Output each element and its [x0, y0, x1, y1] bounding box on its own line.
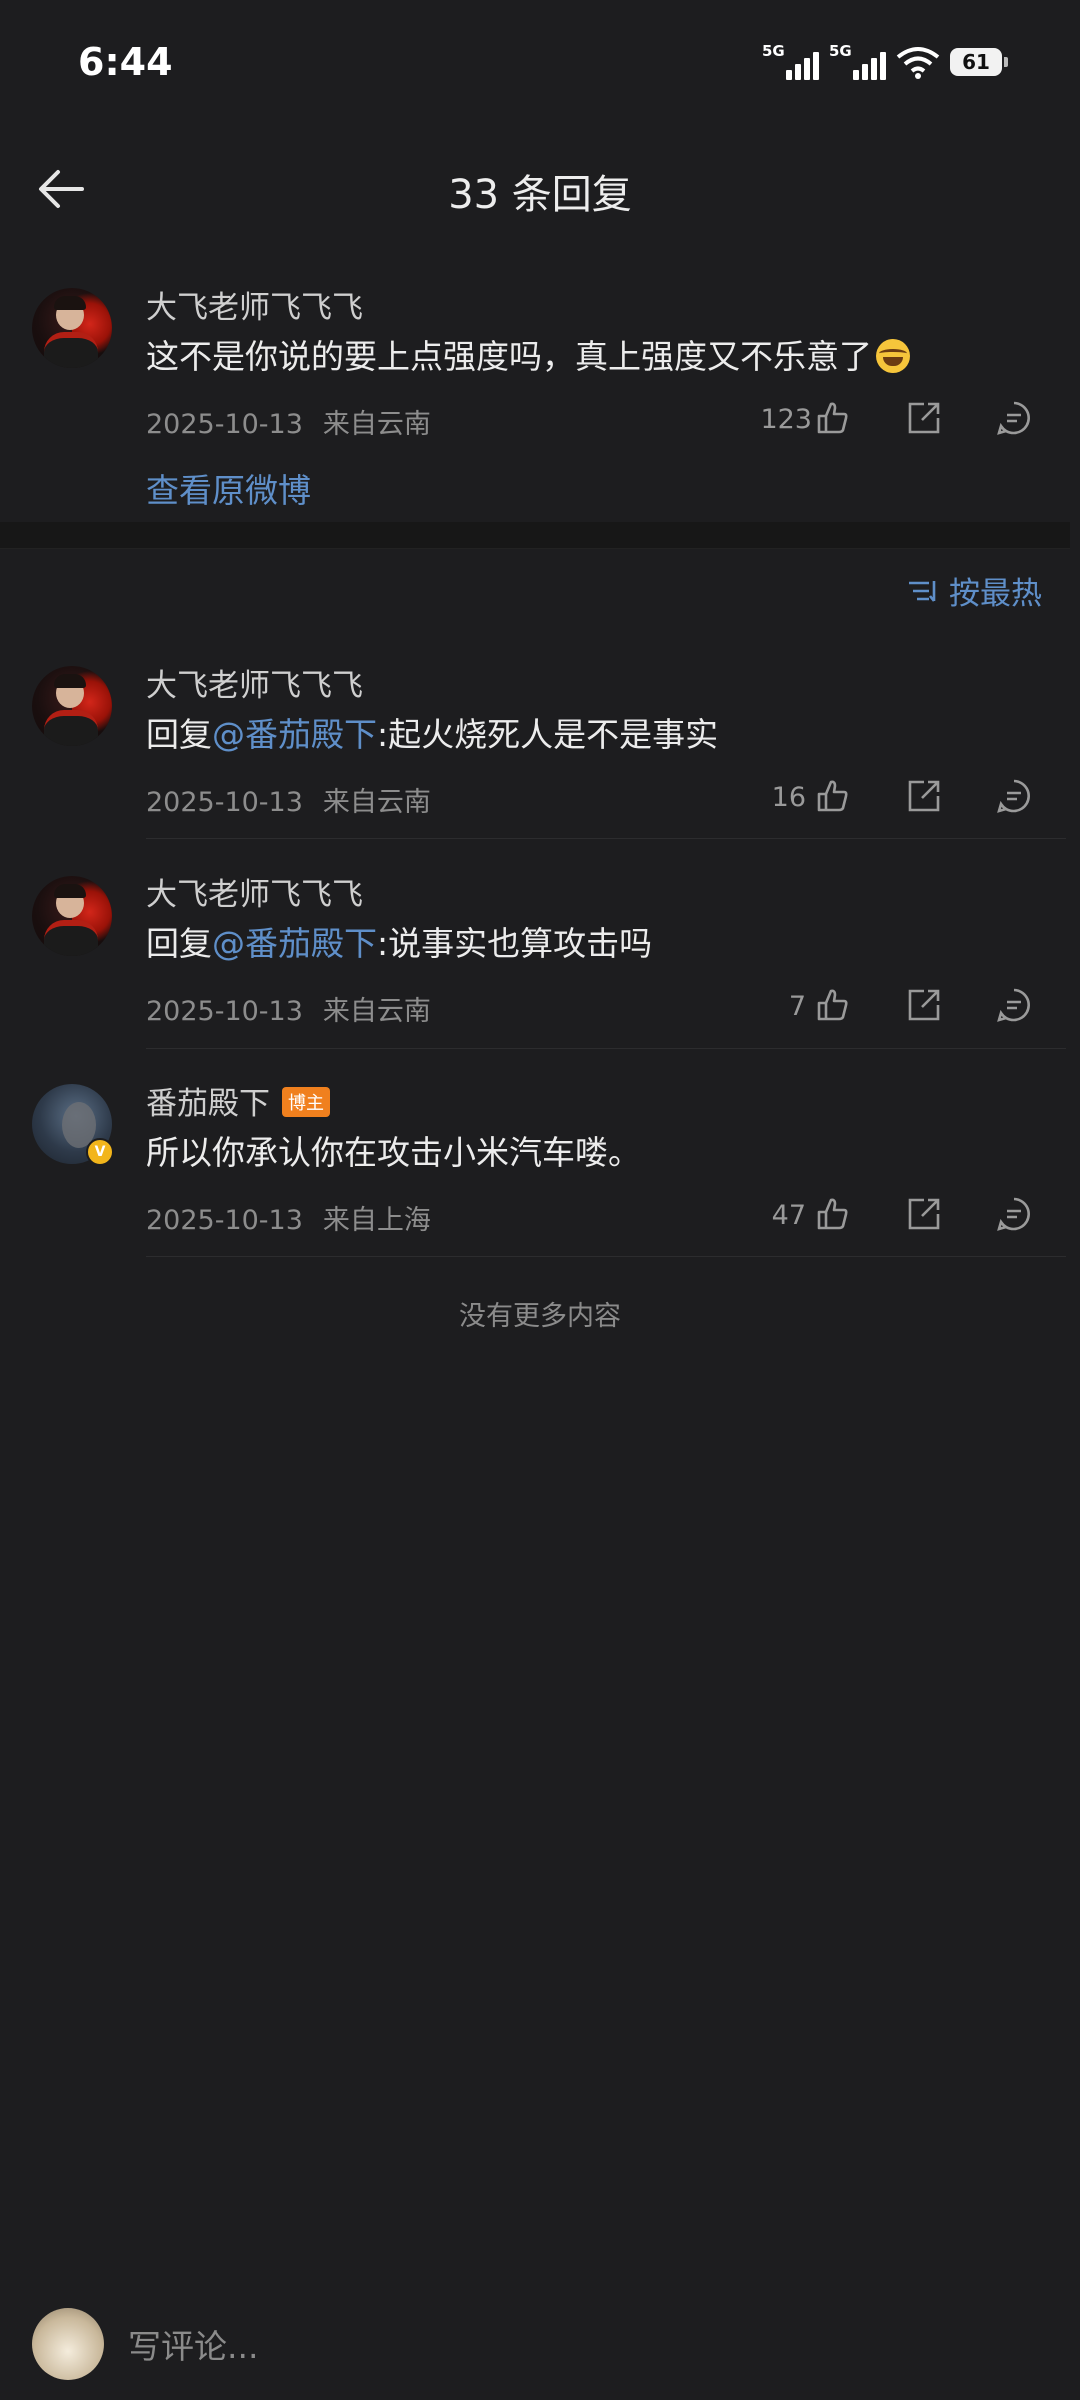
sort-icon — [909, 580, 936, 602]
reply-body: :说事实也算攻击吗 — [377, 924, 653, 963]
like-count: 7 — [788, 991, 806, 1022]
reply-author[interactable]: 番茄殿下 博主 — [146, 1078, 330, 1123]
comment-icon[interactable] — [996, 778, 1032, 814]
page-title: 33 条回复 — [448, 172, 632, 218]
comment-icon[interactable] — [996, 987, 1032, 1023]
sort-label: 按最热 — [949, 576, 1042, 612]
view-original-weibo-link[interactable]: 查看原微博 — [146, 464, 311, 512]
divider — [146, 1256, 1066, 1257]
reply-text: 回复@番茄殿下:起火烧死人是不是事实 — [146, 708, 718, 756]
comment-date: 2025-10-13 — [146, 409, 303, 440]
divider — [146, 1048, 1066, 1049]
comment-text-body: 这不是你说的要上点强度吗，真上强度又不乐意了 — [146, 337, 872, 376]
reply-date: 2025-10-13 — [146, 787, 303, 818]
reply-prefix: 回复 — [146, 715, 212, 754]
top-bar: 33 条回复 — [0, 140, 1080, 240]
like-count: 16 — [771, 782, 806, 813]
share-icon[interactable] — [906, 778, 942, 814]
system-icons: 5G 5G 61 — [762, 42, 1008, 80]
thumbs-up-icon[interactable] — [816, 778, 852, 814]
my-avatar[interactable] — [32, 2308, 104, 2380]
share-icon[interactable] — [906, 1196, 942, 1232]
verified-badge-icon: V — [86, 1138, 114, 1166]
clock: 6:44 — [78, 40, 173, 84]
comment-input[interactable]: 写评论... — [128, 2320, 258, 2368]
comment-meta: 2025-10-13 来自云南 — [146, 402, 431, 441]
reply-date: 2025-10-13 — [146, 1205, 303, 1236]
sort-toggle[interactable]: 按最热 — [907, 568, 1042, 613]
reply-author[interactable]: 大飞老师飞飞飞 — [146, 869, 363, 914]
no-more-content: 没有更多内容 — [459, 1301, 621, 1332]
network-type-label-2: 5G — [829, 42, 852, 60]
reply-meta: 2025-10-13 来自上海 — [146, 1198, 431, 1237]
comment-icon[interactable] — [996, 1196, 1032, 1232]
reply-location: 来自上海 — [322, 1205, 431, 1236]
reply-location: 来自云南 — [322, 996, 431, 1027]
divider — [146, 838, 1066, 839]
network-type-label: 5G — [762, 42, 785, 60]
reply-text: 回复@番茄殿下:说事实也算攻击吗 — [146, 917, 652, 965]
signal-icon: 5G — [762, 42, 819, 80]
comment-text: 这不是你说的要上点强度吗，真上强度又不乐意了 — [146, 330, 910, 378]
like-count: 123 — [760, 404, 812, 435]
reply-author-name: 番茄殿下 — [146, 1086, 270, 1122]
status-bar: 6:44 5G 5G 61 — [0, 0, 1080, 130]
author-badge: 博主 — [282, 1087, 330, 1117]
comment-bar: 写评论... — [0, 2292, 1080, 2400]
grinning-sweat-emoji-icon — [876, 339, 910, 373]
wifi-icon — [896, 47, 940, 79]
reply-date: 2025-10-13 — [146, 996, 303, 1027]
share-icon[interactable] — [906, 400, 942, 436]
thumbs-up-icon[interactable] — [816, 400, 852, 436]
avatar[interactable] — [32, 876, 112, 956]
reply-text: 所以你承认你在攻击小米汽车喽。 — [146, 1133, 641, 1172]
like-count: 47 — [771, 1200, 806, 1231]
comment-location: 来自云南 — [322, 409, 431, 440]
thumbs-up-icon[interactable] — [816, 987, 852, 1023]
avatar[interactable] — [32, 666, 112, 746]
reply-meta: 2025-10-13 来自云南 — [146, 989, 431, 1028]
share-icon[interactable] — [906, 987, 942, 1023]
section-divider — [0, 522, 1070, 549]
comment-icon[interactable] — [996, 400, 1032, 436]
battery-icon: 61 — [950, 48, 1008, 76]
thumbs-up-icon[interactable] — [816, 1196, 852, 1232]
reply-body: :起火烧死人是不是事实 — [377, 715, 719, 754]
mention-link[interactable]: @番茄殿下 — [212, 715, 377, 754]
mention-link[interactable]: @番茄殿下 — [212, 924, 377, 963]
comment-author[interactable]: 大飞老师飞飞飞 — [146, 282, 363, 327]
reply-meta: 2025-10-13 来自云南 — [146, 780, 431, 819]
avatar[interactable] — [32, 288, 112, 368]
signal-icon-2: 5G — [829, 42, 886, 80]
reply-prefix: 回复 — [146, 924, 212, 963]
reply-location: 来自云南 — [322, 787, 431, 818]
reply-author[interactable]: 大飞老师飞飞飞 — [146, 660, 363, 705]
